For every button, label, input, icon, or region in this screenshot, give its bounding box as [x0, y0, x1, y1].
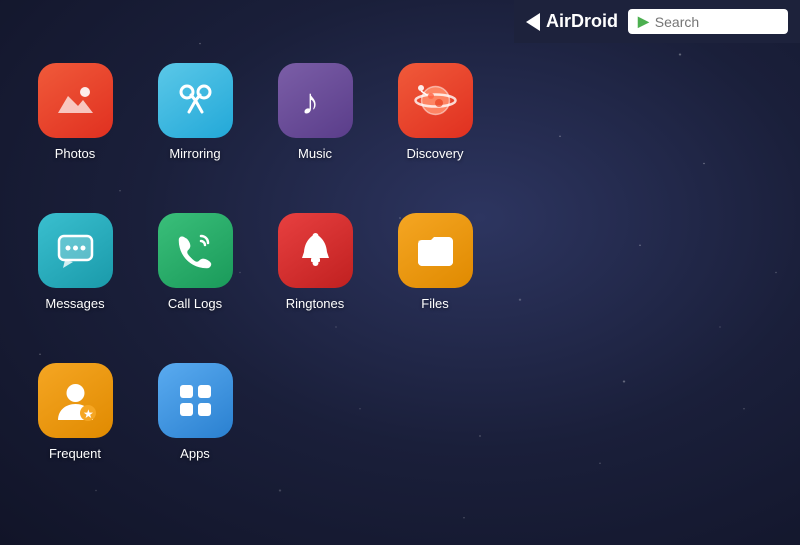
airdroid-title: AirDroid — [546, 11, 618, 32]
app-item-discovery[interactable]: Discovery — [380, 55, 490, 195]
app-item-messages[interactable]: Messages — [20, 205, 130, 345]
svg-text:♪: ♪ — [301, 81, 319, 122]
topbar: AirDroid ▶ — [514, 0, 800, 43]
ringtones-label: Ringtones — [286, 296, 345, 311]
mirroring-label: Mirroring — [169, 146, 220, 161]
discovery-icon — [398, 63, 473, 138]
app-item-frequent[interactable]: ★ Frequent — [20, 355, 130, 495]
mirroring-icon — [158, 63, 233, 138]
messages-icon — [38, 213, 113, 288]
apps-label: Apps — [180, 446, 210, 461]
app-item-music[interactable]: ♪ Music — [260, 55, 370, 195]
app-item-ringtones[interactable]: Ringtones — [260, 205, 370, 345]
calllogs-label: Call Logs — [168, 296, 222, 311]
music-label: Music — [298, 146, 332, 161]
app-item-calllogs[interactable]: Call Logs — [140, 205, 250, 345]
apps-icon — [158, 363, 233, 438]
files-icon — [398, 213, 473, 288]
app-grid: Photos Mirroring ♪ Music — [20, 55, 490, 495]
app-item-files[interactable]: Files — [380, 205, 490, 345]
svg-text:★: ★ — [83, 407, 94, 421]
search-input[interactable] — [655, 14, 778, 30]
ringtones-icon — [278, 213, 353, 288]
app-item-apps[interactable]: Apps — [140, 355, 250, 495]
calllogs-icon — [158, 213, 233, 288]
app-item-mirroring[interactable]: Mirroring — [140, 55, 250, 195]
discovery-label: Discovery — [406, 146, 463, 161]
back-arrow-icon[interactable] — [526, 13, 540, 31]
app-item-photos[interactable]: Photos — [20, 55, 130, 195]
airdroid-logo: AirDroid — [526, 11, 618, 32]
messages-label: Messages — [45, 296, 104, 311]
music-icon: ♪ — [278, 63, 353, 138]
photos-label: Photos — [55, 146, 95, 161]
frequent-icon: ★ — [38, 363, 113, 438]
search-bar[interactable]: ▶ — [628, 9, 788, 34]
photos-icon — [38, 63, 113, 138]
frequent-label: Frequent — [49, 446, 101, 461]
files-label: Files — [421, 296, 448, 311]
play-store-icon: ▶ — [638, 13, 649, 30]
